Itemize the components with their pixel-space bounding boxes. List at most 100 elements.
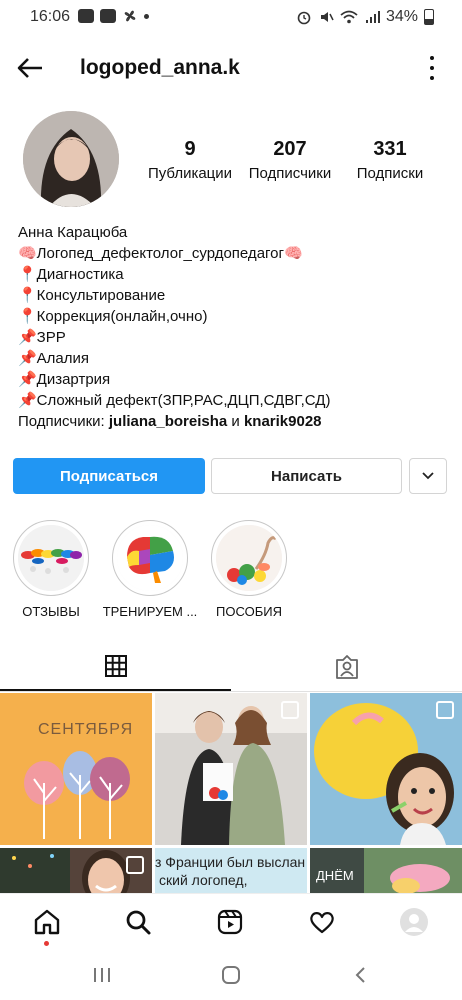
post-tile[interactable]: ДНЁМ: [310, 848, 462, 893]
dot: [430, 66, 434, 70]
highlight-label: ТРЕНИРУЕМ ...: [102, 604, 198, 619]
nav-activity[interactable]: [306, 906, 338, 938]
stat-following[interactable]: 331 Подписки: [340, 138, 440, 182]
post-tile[interactable]: [310, 693, 462, 845]
suggested-accounts-button[interactable]: [409, 458, 447, 494]
tab-posts-grid[interactable]: [0, 643, 231, 691]
arrow-left-icon: [17, 58, 42, 78]
nav-reels[interactable]: [214, 906, 246, 938]
chevron-down-icon: [422, 472, 434, 480]
home-icon: [34, 909, 60, 935]
profile-tabs: [0, 643, 462, 692]
bio-line: 📍Консультирование: [18, 287, 166, 304]
stat-posts[interactable]: 9 Публикации: [140, 138, 240, 182]
highlight-cover-image: [18, 525, 84, 591]
post-tile[interactable]: [0, 848, 152, 893]
tagged-person-icon: [335, 654, 358, 679]
highlight-cover-image: [216, 525, 282, 591]
avatar-photo: [23, 111, 119, 207]
tab-tagged[interactable]: [231, 643, 462, 690]
multiple-photos-icon: [126, 856, 144, 874]
mutual-follower-link[interactable]: knarik9028: [244, 413, 322, 430]
nav-profile[interactable]: [398, 906, 430, 938]
highlight-cover-image: [117, 525, 183, 591]
message-button[interactable]: Написать: [211, 458, 402, 494]
wifi-icon: [340, 10, 358, 24]
search-icon: [126, 910, 151, 935]
pinwheel-icon: [124, 10, 136, 22]
stat-label: Подписки: [356, 165, 424, 182]
back-button[interactable]: [16, 54, 44, 82]
bio-line: 📍Коррекция(онлайн,очно): [18, 308, 208, 325]
highlight-reviews[interactable]: ОТЗЫВЫ: [1, 520, 101, 619]
highlight-ring: [211, 520, 287, 596]
system-navigation: [0, 950, 462, 1000]
highlight-label: ОТЗЫВЫ: [22, 604, 80, 619]
profile-avatar[interactable]: [23, 111, 119, 207]
grid-icon: [104, 655, 127, 677]
recent-apps-button[interactable]: [89, 962, 115, 988]
system-back-button[interactable]: [348, 962, 374, 988]
mutual-follower-link[interactable]: juliana_boreisha: [109, 413, 227, 430]
profile-full-name: Анна Карацюба: [18, 224, 128, 241]
posts-grid: СЕНТЯБРЯ з Франции был выслан ский логоп…: [0, 693, 462, 893]
stat-label: Публикации: [147, 165, 233, 182]
post-tile[interactable]: з Франции был выслан ский логопед,: [155, 848, 307, 893]
highlight-training[interactable]: ТРЕНИРУЕМ ...: [100, 520, 200, 619]
story-highlights: ОТЗЫВЫ ТРЕНИРУЕМ ... ПОСОБИЯ: [0, 520, 462, 630]
stat-value: 9: [184, 138, 196, 160]
dot: [430, 76, 434, 80]
stat-value: 331: [373, 138, 407, 160]
post-caption: ДНЁМ: [316, 868, 354, 883]
post-caption: ский логопед,: [159, 872, 248, 888]
notification-icon: [100, 9, 116, 23]
nav-home[interactable]: [31, 906, 63, 946]
bio-line: 🧠Логопед_дефектолог_сурдопедагог🧠: [18, 245, 303, 262]
highlight-ring: [112, 520, 188, 596]
follow-button[interactable]: Подписаться: [13, 458, 205, 494]
bottom-navigation: [0, 893, 462, 950]
bio-line: 📌Сложный дефект(ЗПР,РАС,ДЦП,СДВГ,СД): [18, 392, 331, 409]
post-caption: з Франции был выслан: [155, 854, 306, 870]
profile-bio: Анна Карацюба 🧠Логопед_дефектолог_сурдоп…: [18, 222, 448, 432]
mutual-followers-and: и: [227, 413, 244, 430]
reels-icon: [217, 909, 243, 935]
multiple-photos-icon: [436, 701, 454, 719]
bio-line: 📌Дизартрия: [18, 371, 111, 388]
bio-line: 📍Диагностика: [18, 266, 124, 283]
profile-stats: 9 Публикации 207 Подписчики 331 Подписки: [140, 138, 440, 182]
notification-icon: [78, 9, 94, 23]
profile-header: logoped_anna.k: [0, 48, 462, 88]
stat-value: 207: [273, 138, 307, 160]
mutual-followers[interactable]: Подписчики: juliana_boreisha и knarik902…: [18, 411, 448, 432]
heart-icon: [310, 912, 334, 934]
chevron-left-icon: [355, 967, 365, 983]
stat-followers[interactable]: 207 Подписчики: [240, 138, 340, 182]
more-options-button[interactable]: [428, 56, 436, 80]
mutual-followers-prefix: Подписчики:: [18, 413, 109, 430]
more-notifications-dot: [144, 13, 149, 19]
battery-icon: [424, 9, 434, 25]
system-indicators: 34%: [296, 8, 434, 26]
highlight-cover: [117, 525, 183, 591]
highlight-label: ПОСОБИЯ: [216, 604, 282, 619]
post-tile[interactable]: СЕНТЯБРЯ: [0, 693, 152, 845]
post-tile[interactable]: [155, 693, 307, 845]
recents-icon: [94, 968, 110, 982]
highlight-materials[interactable]: ПОСОБИЯ: [199, 520, 299, 619]
status-bar: 16:06 34%: [0, 0, 462, 36]
highlight-cover: [18, 525, 84, 591]
stat-label: Подписчики: [248, 165, 332, 182]
post-caption: СЕНТЯБРЯ: [38, 721, 134, 738]
highlight-ring: [13, 520, 89, 596]
battery-percent: 34%: [385, 8, 418, 25]
notification-dot: [44, 941, 49, 946]
post-image: [0, 693, 152, 845]
status-time: 16:06: [30, 8, 71, 25]
nav-search[interactable]: [122, 906, 154, 938]
bio-line: 📌Алалия: [18, 350, 90, 367]
signal-icon: [365, 11, 380, 23]
mute-icon: [320, 12, 334, 22]
home-system-button[interactable]: [218, 962, 244, 988]
bio-line: 📌ЗРР: [18, 329, 66, 346]
